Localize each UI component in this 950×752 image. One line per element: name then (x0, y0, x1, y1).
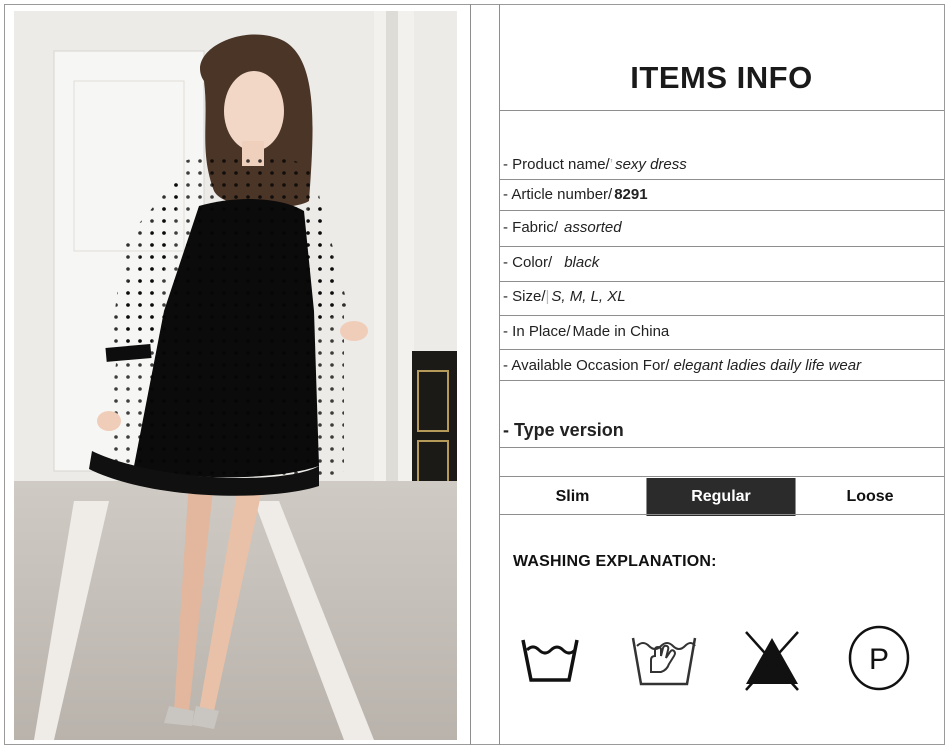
spec-article-number: - Article number/8291 (503, 182, 648, 208)
spec-label: - Article number/ (503, 186, 613, 203)
fit-options: Slim Regular Loose (499, 478, 944, 516)
spec-fabric: - Fabric/assorted (503, 215, 622, 241)
page-title: ITEMS INFO (630, 60, 813, 95)
type-version-heading: - Type version (503, 420, 624, 440)
fit-option-regular[interactable]: Regular (647, 478, 795, 516)
divider (499, 315, 944, 316)
spec-value: elegant ladies daily life wear (673, 357, 862, 374)
divider (499, 380, 944, 381)
spec-label: - Fabric/ (503, 219, 559, 236)
divider (499, 210, 944, 211)
spec-separator: ’ (609, 156, 614, 173)
divider (499, 281, 944, 282)
dry-clean-letter: P (869, 643, 889, 676)
spec-label: - Color/ (503, 254, 553, 271)
no-bleach-icon (745, 631, 799, 691)
product-photo (14, 11, 457, 740)
hand-wash-icon (631, 637, 697, 686)
divider (499, 246, 944, 247)
spec-value: 8291 (614, 186, 648, 203)
spec-value: sexy dress (615, 156, 687, 173)
spec-product-name: - Product name/’ sexy dress (503, 152, 687, 178)
washing-heading: WASHING EXPLANATION: (513, 553, 717, 570)
items-info-panel: ITEMS INFO - Product name/’ sexy dress - … (499, 4, 944, 745)
spec-separator: | (545, 288, 550, 305)
spec-value: Made in China (572, 323, 670, 340)
fit-option-loose[interactable]: Loose (796, 478, 944, 516)
fit-option-slim[interactable]: Slim (499, 478, 646, 516)
wash-tub-icon (521, 639, 579, 682)
spec-value: assorted (564, 219, 622, 236)
dry-clean-p-icon: P (848, 625, 910, 691)
spec-label: - Product name/ (503, 156, 610, 173)
spec-color: - Color/black (503, 250, 599, 276)
divider (499, 476, 944, 477)
spec-value: black (564, 254, 600, 271)
spec-value: S, M, L, XL (551, 288, 626, 305)
divider (499, 110, 944, 111)
spec-label: - In Place/ (503, 323, 571, 340)
spec-label: - Size/ (503, 288, 546, 305)
spec-size: - Size/| S, M, L, XL (503, 284, 626, 310)
divider (499, 514, 944, 515)
spec-in-place: - In Place/Made in China (503, 319, 669, 345)
spec-occasion: - Available Occasion For/elegant ladies … (503, 353, 861, 379)
spec-label: - Available Occasion For/ (503, 357, 670, 374)
divider (499, 179, 944, 180)
divider (499, 349, 944, 350)
divider-left (470, 4, 471, 745)
divider (499, 447, 944, 448)
